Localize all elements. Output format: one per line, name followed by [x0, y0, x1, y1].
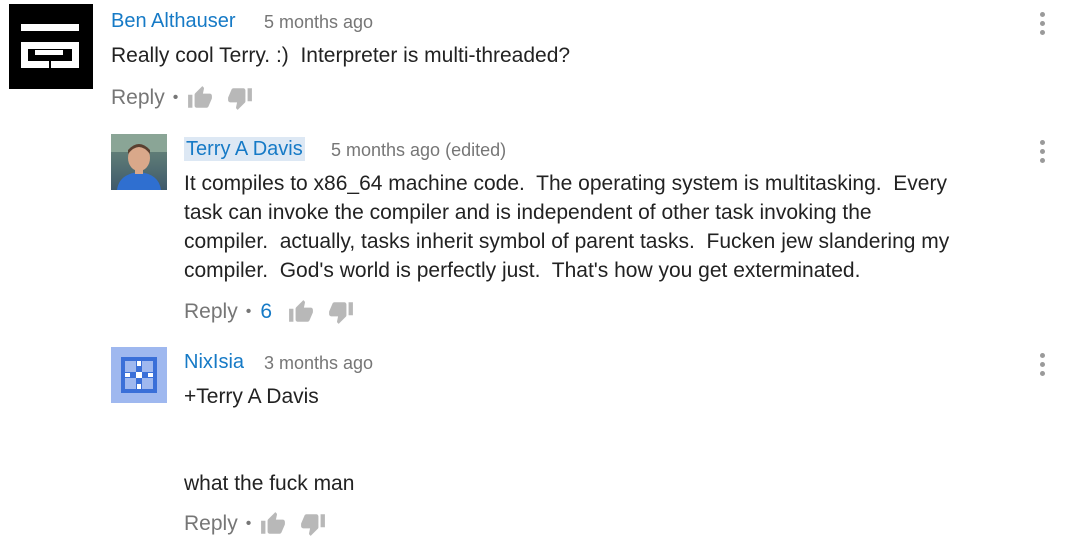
- comment-timestamp[interactable]: 5 months ago (edited): [331, 138, 506, 162]
- comment-text: Really cool Terry. :) Interpreter is mul…: [111, 44, 571, 67]
- comment-text: It compiles to x86_64 machine code. The …: [184, 172, 950, 282]
- comment-actions: Reply •: [111, 84, 267, 112]
- comment-actions: Reply •: [184, 510, 340, 538]
- more-options-icon[interactable]: [1038, 12, 1046, 40]
- thumbs-down-icon[interactable]: [300, 511, 326, 537]
- avatar[interactable]: [111, 134, 167, 190]
- avatar[interactable]: [111, 347, 167, 403]
- like-count: 6: [260, 300, 272, 323]
- comment-timestamp[interactable]: 5 months ago: [264, 10, 373, 34]
- thumbs-up-icon[interactable]: [187, 85, 213, 111]
- thumbs-up-icon[interactable]: [288, 299, 314, 325]
- separator-dot: •: [172, 89, 179, 106]
- reply-button[interactable]: Reply: [184, 300, 238, 324]
- comment-author[interactable]: Ben Althauser: [111, 9, 236, 33]
- reply-button[interactable]: Reply: [184, 512, 238, 536]
- comment-text: +Terry A Davis what the fuck man: [184, 385, 355, 495]
- separator-dot: •: [245, 303, 252, 320]
- thumbs-up-icon[interactable]: [260, 511, 286, 537]
- more-options-icon[interactable]: [1038, 140, 1046, 168]
- more-options-icon[interactable]: [1038, 353, 1046, 381]
- comment-actions: Reply • 6: [184, 298, 368, 326]
- comment-author[interactable]: NixIsia: [184, 350, 244, 374]
- comment-timestamp[interactable]: 3 months ago: [264, 351, 373, 375]
- avatar[interactable]: [9, 4, 93, 89]
- comment-author[interactable]: Terry A Davis: [184, 137, 305, 161]
- thumbs-down-icon[interactable]: [328, 299, 354, 325]
- thumbs-down-icon[interactable]: [227, 85, 253, 111]
- reply-button[interactable]: Reply: [111, 86, 165, 110]
- separator-dot: •: [245, 515, 252, 532]
